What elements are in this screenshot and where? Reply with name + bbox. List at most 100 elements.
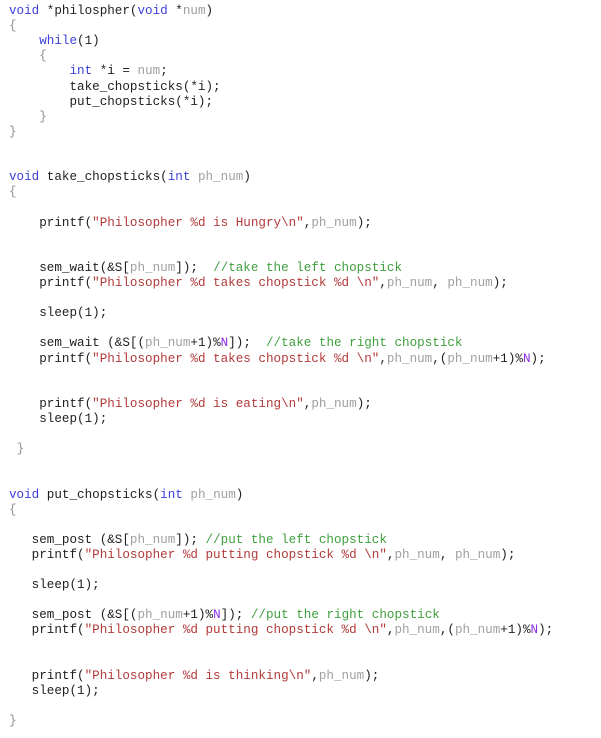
macro: N	[522, 351, 531, 366]
code-text: sleep(1);	[9, 578, 100, 593]
code-text: ]);	[175, 532, 206, 547]
keyword: int	[167, 170, 191, 185]
code-text: +1)%	[190, 336, 221, 351]
code-text: +1)%	[182, 608, 214, 623]
code-text: sleep(1);	[9, 306, 108, 321]
keyword: void	[9, 4, 40, 18]
code-text: ,	[439, 547, 455, 562]
keyword: int	[69, 64, 93, 79]
code-text: );	[364, 668, 380, 683]
identifier: ph_num	[197, 170, 244, 185]
code-text: ]);	[228, 336, 266, 351]
code-text: ,(	[432, 351, 448, 366]
code-text: ,(	[439, 623, 455, 638]
code-text: put_chopsticks(*i);	[9, 94, 214, 109]
code-text: printf(	[9, 396, 93, 411]
code-text: sleep(1);	[9, 411, 108, 426]
code-text: );	[356, 215, 372, 230]
code-text: );	[530, 351, 546, 366]
code-text: )	[205, 4, 214, 18]
code-text: ;	[160, 64, 168, 79]
code-text: *	[167, 4, 183, 18]
code-text: +1)%	[492, 351, 523, 366]
identifier: ph_num	[137, 608, 183, 623]
string-literal: "Philosopher %d putting chopstick %d \n"	[84, 547, 387, 562]
identifier: ph_num	[454, 623, 501, 638]
identifier: ph_num	[454, 547, 501, 562]
code-text: );	[500, 547, 516, 562]
code-text: take_chopsticks(*i);	[9, 79, 221, 94]
code-text: );	[356, 396, 372, 411]
identifier: ph_num	[394, 547, 440, 562]
identifier: ph_num	[190, 487, 236, 502]
identifier: num	[137, 64, 161, 79]
code-text: );	[492, 275, 508, 290]
code-text: ,	[379, 351, 387, 366]
keyword: void	[9, 487, 40, 502]
brace: }	[39, 109, 47, 124]
code-line: printf("Philosopher %d putting chopstick…	[9, 548, 553, 563]
comment: //put the left chopstick	[205, 532, 387, 547]
code-line: sleep(1);	[9, 412, 553, 427]
code-text: put_chopsticks(	[39, 487, 161, 502]
code-line: }	[9, 714, 553, 729]
code-line: void put_chopsticks(int ph_num)	[9, 488, 553, 503]
code-text: ,	[311, 668, 319, 683]
code-line: sleep(1);	[9, 578, 553, 593]
code-text: ,	[379, 275, 387, 290]
code-text: ,	[432, 275, 448, 290]
code-line: int *i = num;	[9, 64, 553, 79]
code-text: printf(	[9, 547, 85, 562]
code-line: sem_wait(&S[ph_num]); //take the left ch…	[9, 261, 553, 276]
brace: }	[9, 124, 17, 139]
code-text: printf(	[9, 351, 93, 366]
code-line: sem_post (&S[(ph_num+1)%N]); //put the r…	[9, 608, 553, 623]
identifier: num	[182, 4, 206, 18]
brace: {	[39, 49, 47, 64]
code-line: put_chopsticks(*i);	[9, 95, 553, 110]
identifier: ph_num	[447, 275, 493, 290]
keyword: while	[39, 34, 78, 49]
brace: }	[16, 442, 25, 457]
code-line: take_chopsticks(*i);	[9, 80, 553, 95]
code-line: sleep(1);	[9, 684, 553, 699]
code-line: printf("Philosopher %d takes chopstick %…	[9, 352, 553, 367]
code-text: )	[243, 170, 251, 185]
code-text: ]);	[175, 260, 214, 275]
code-text: take_chopsticks(	[39, 170, 168, 185]
string-literal: "Philosopher %d takes chopstick %d \n"	[92, 351, 380, 366]
identifier: ph_num	[386, 351, 433, 366]
code-line: {	[9, 49, 553, 64]
code-text: )	[235, 487, 244, 502]
code-text: *i =	[92, 64, 138, 79]
identifier: ph_num	[394, 623, 440, 638]
code-line: {	[9, 185, 553, 200]
code-text: sem_wait (&S[(	[9, 336, 146, 351]
identifier: ph_num	[311, 396, 357, 411]
string-literal: "Philosopher %d putting chopstick %d \n"	[84, 623, 387, 638]
identifier: ph_num	[129, 260, 176, 275]
code-text: printf(	[9, 668, 85, 683]
code-line: printf("Philosopher %d takes chopstick %…	[9, 276, 553, 291]
comment: //take the right chopstick	[266, 336, 463, 351]
code-text: +1)%	[500, 623, 531, 638]
brace: {	[9, 502, 17, 517]
code-text: sem_post (&S[	[9, 532, 130, 547]
code-line: sem_post (&S[ph_num]); //put the left ch…	[9, 533, 553, 548]
